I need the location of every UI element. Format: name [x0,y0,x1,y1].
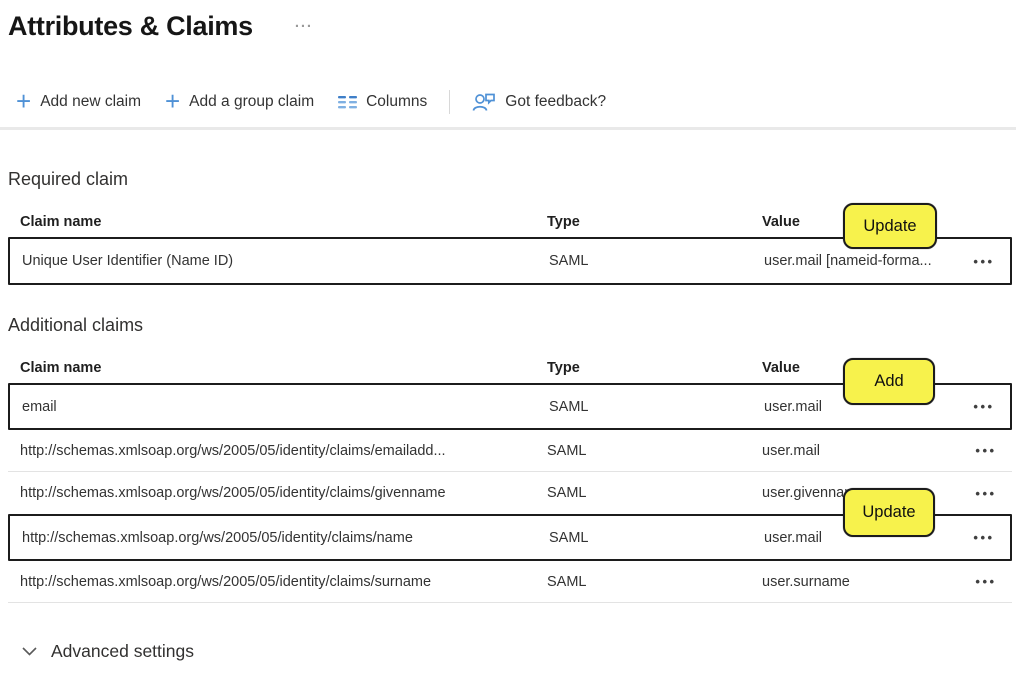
chevron-down-icon [22,647,37,656]
toolbar-divider [0,127,1016,130]
more-options-icon[interactable]: ··· [295,18,313,35]
advanced-settings-toggle[interactable]: Advanced settings [22,641,194,662]
type-cell: SAML [547,443,762,459]
row-context-menu-icon[interactable]: ••• [964,443,1012,458]
table-row-surname: http://schemas.xmlsoap.org/ws/2005/05/id… [8,561,1012,603]
column-header-claim-name: Claim name [20,360,547,376]
value-cell: user.mail [nameid-forma... [764,253,962,269]
columns-icon [338,95,357,110]
value-cell: user.surname [762,574,964,590]
claim-name-cell[interactable]: http://schemas.xmlsoap.org/ws/2005/05/id… [22,530,549,546]
column-header-claim-name: Claim name [20,214,547,230]
additional-claims-heading: Additional claims [8,315,1024,336]
command-bar: + Add new claim + Add a group claim Colu… [16,86,1024,118]
annotation-add-email-claim: Add [843,358,935,405]
columns-button[interactable]: Columns [338,93,427,111]
claim-name-cell[interactable]: email [22,399,549,415]
add-group-claim-button[interactable]: + Add a group claim [165,92,314,112]
claim-name-cell[interactable]: Unique User Identifier (Name ID) [22,253,549,269]
page-header: Attributes & Claims ··· [0,0,1024,42]
got-feedback-label: Got feedback? [505,93,606,111]
value-cell: user.mail [762,443,964,459]
feedback-person-icon [472,92,496,112]
add-new-claim-label: Add new claim [40,93,141,111]
row-context-menu-icon[interactable]: ••• [964,574,1012,589]
advanced-settings-label: Advanced settings [51,641,194,662]
plus-icon: + [165,91,180,111]
page-title: Attributes & Claims [8,11,253,42]
column-header-type: Type [547,360,762,376]
type-cell: SAML [547,574,762,590]
claim-name-cell[interactable]: http://schemas.xmlsoap.org/ws/2005/05/id… [20,443,547,459]
type-cell: SAML [549,399,764,415]
attributes-claims-page: Attributes & Claims ··· + Add new claim … [0,0,1024,673]
toolbar-separator [449,90,450,114]
type-cell: SAML [549,530,764,546]
add-group-claim-label: Add a group claim [189,93,314,111]
row-context-menu-icon[interactable]: ••• [964,486,1012,501]
annotation-update-name-claim: Update [843,488,935,537]
table-row-emailaddress: http://schemas.xmlsoap.org/ws/2005/05/id… [8,430,1012,472]
column-header-type: Type [547,214,762,230]
claim-name-cell[interactable]: http://schemas.xmlsoap.org/ws/2005/05/id… [20,485,547,501]
claim-name-cell[interactable]: http://schemas.xmlsoap.org/ws/2005/05/id… [20,574,547,590]
type-cell: SAML [547,485,762,501]
row-context-menu-icon[interactable]: ••• [962,530,1010,545]
row-context-menu-icon[interactable]: ••• [962,399,1010,414]
plus-icon: + [16,91,31,111]
type-cell: SAML [549,253,764,269]
add-new-claim-button[interactable]: + Add new claim [16,92,141,112]
required-claim-heading: Required claim [8,169,1024,190]
got-feedback-button[interactable]: Got feedback? [472,92,606,112]
row-context-menu-icon[interactable]: ••• [962,254,1010,269]
columns-label: Columns [366,93,427,111]
annotation-update-required-claim: Update [843,203,937,249]
